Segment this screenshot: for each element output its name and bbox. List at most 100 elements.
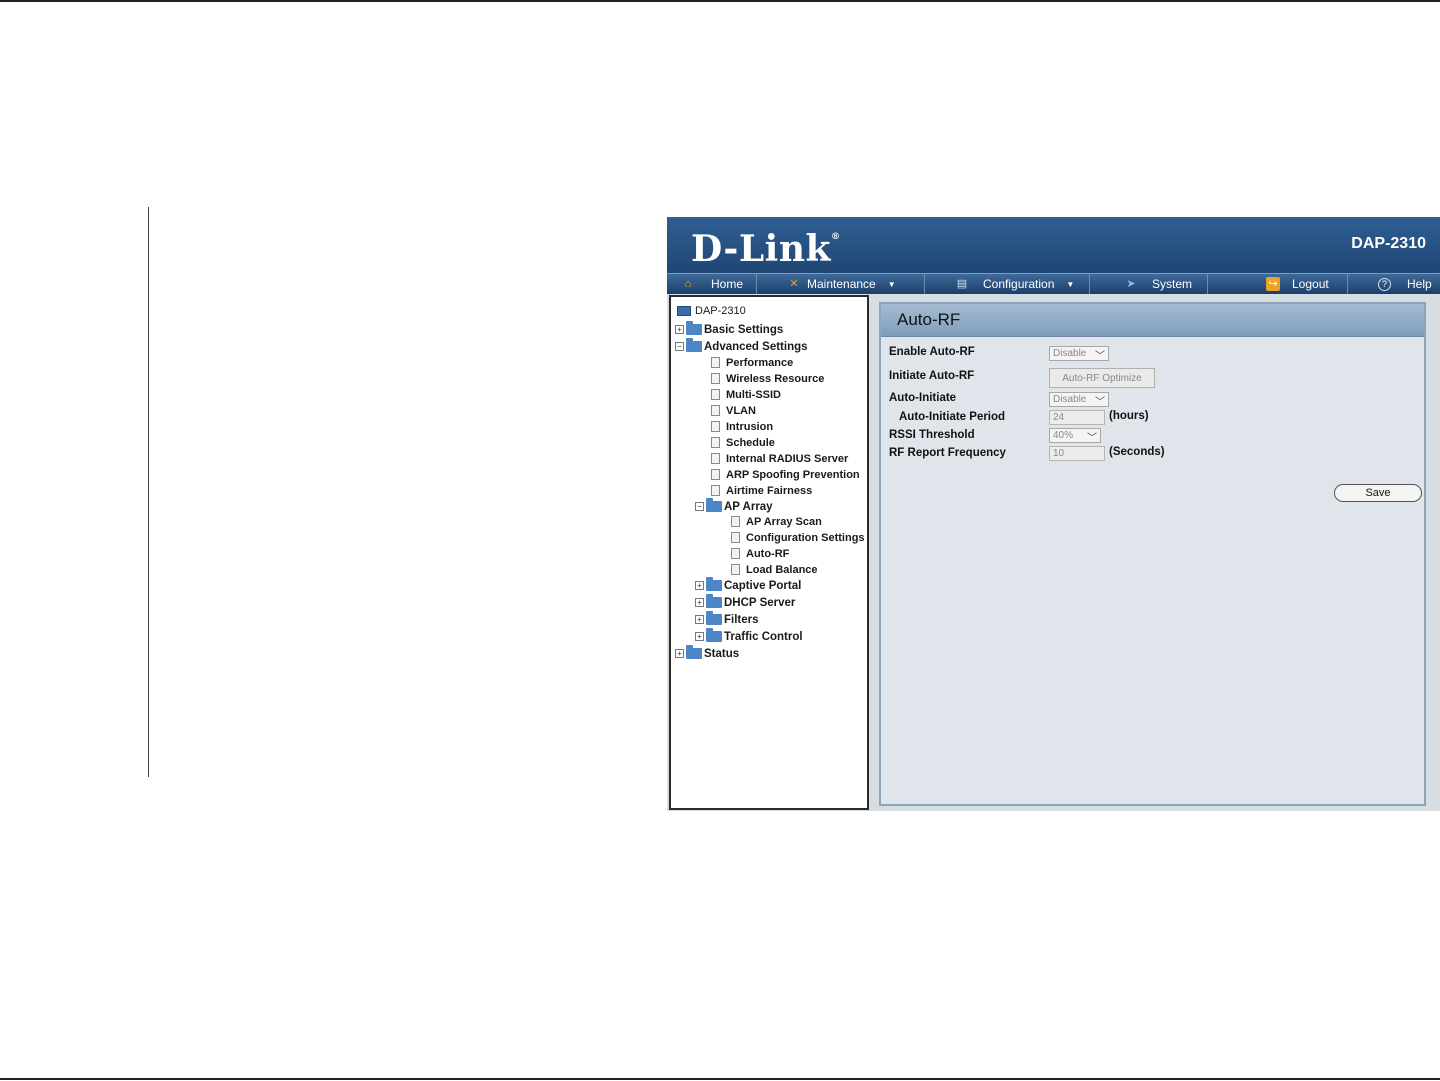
- rssi-threshold-select[interactable]: 40% ﹀: [1049, 428, 1101, 444]
- folder-icon: [706, 594, 722, 608]
- tree-item-label: AP Array Scan: [746, 515, 822, 528]
- bottom-rule: [0, 1078, 1440, 1080]
- menu-home[interactable]: ⌂ Home: [667, 274, 757, 294]
- rf-report-frequency-label: RF Report Frequency: [889, 447, 1006, 459]
- tree-item-dhcp-server[interactable]: + DHCP Server: [695, 594, 796, 610]
- page-icon: [711, 389, 720, 400]
- folder-icon: [686, 645, 702, 659]
- tree-item-label: Captive Portal: [724, 579, 802, 592]
- tree-item-arp-spoofing-prevention[interactable]: ARP Spoofing Prevention: [711, 467, 860, 482]
- tree-item-label: Performance: [726, 356, 794, 369]
- tree-item-load-balance[interactable]: Load Balance: [731, 562, 818, 577]
- rssi-threshold-label: RSSI Threshold: [889, 429, 975, 441]
- auto-initiate-period-input[interactable]: 24: [1049, 410, 1105, 425]
- folder-open-icon: [686, 338, 702, 352]
- tree-item-label: AP Array: [724, 500, 773, 513]
- expand-icon: +: [695, 581, 704, 590]
- tree-item-advanced-settings[interactable]: − Advanced Settings: [675, 338, 808, 354]
- expand-icon: +: [675, 649, 684, 658]
- device-icon: [677, 305, 691, 316]
- dlink-screenshot: D-Link® DAP-2310 ⌂ Home ✕ Maintenance ▼ …: [667, 217, 1440, 811]
- tree-item-captive-portal[interactable]: + Captive Portal: [695, 577, 802, 593]
- menu-logout[interactable]: ↪ Logout: [1208, 274, 1348, 294]
- page-icon: [711, 453, 720, 464]
- menu-maintenance[interactable]: ✕ Maintenance ▼: [757, 274, 925, 294]
- tree-item-label: Configuration Settings: [746, 531, 865, 544]
- page-icon: [711, 469, 720, 480]
- tree-item-wireless-resource[interactable]: Wireless Resource: [711, 371, 824, 386]
- menu-bar: ⌂ Home ✕ Maintenance ▼ ▤ Configuration ▼…: [667, 273, 1440, 294]
- folder-icon: [706, 577, 722, 591]
- tree-item-label: Intrusion: [726, 420, 774, 433]
- tree-item-airtime-fairness[interactable]: Airtime Fairness: [711, 483, 812, 498]
- chevron-down-icon: ▼: [887, 279, 896, 289]
- panel-header: Auto-RF: [881, 304, 1424, 337]
- page-icon: [731, 532, 740, 543]
- top-rule: [0, 0, 1440, 2]
- tree-item-performance[interactable]: Performance: [711, 355, 793, 370]
- initiate-auto-rf-label: Initiate Auto-RF: [889, 370, 975, 382]
- tree-item-auto-rf[interactable]: Auto-RF: [731, 546, 789, 561]
- model-name: DAP-2310: [1351, 235, 1426, 252]
- page-icon: [731, 564, 740, 575]
- chevron-down-icon: ﹀: [1087, 433, 1097, 444]
- folder-icon: [706, 628, 722, 642]
- menu-system[interactable]: ➤ System: [1090, 274, 1208, 294]
- menu-logout-label: Logout: [1292, 277, 1329, 291]
- tree-item-multi-ssid[interactable]: Multi-SSID: [711, 387, 781, 402]
- tree-item-ap-array[interactable]: − AP Array: [695, 498, 773, 514]
- page-icon: [711, 405, 720, 416]
- auto-rf-panel: Auto-RF Enable Auto-RF Disable ﹀ Initiat…: [879, 302, 1426, 806]
- tree-item-label: DHCP Server: [724, 596, 796, 609]
- tree-item-label: Advanced Settings: [704, 340, 808, 353]
- tree-item-schedule[interactable]: Schedule: [711, 435, 775, 450]
- tree-item-status[interactable]: + Status: [675, 645, 739, 661]
- tree-item-intrusion[interactable]: Intrusion: [711, 419, 773, 434]
- collapse-icon: −: [695, 502, 704, 511]
- enable-auto-rf-select[interactable]: Disable ﹀: [1049, 346, 1109, 362]
- page-icon: [711, 373, 720, 384]
- rf-report-frequency-input[interactable]: 10: [1049, 446, 1105, 461]
- tree-item-ap-array-scan[interactable]: AP Array Scan: [731, 514, 822, 529]
- tree-item-vlan[interactable]: VLAN: [711, 403, 756, 418]
- tree-item-label: Load Balance: [746, 563, 818, 576]
- dlink-logo: D-Link®: [691, 228, 840, 270]
- help-icon: ?: [1378, 277, 1391, 291]
- tree-item-label: Internal RADIUS Server: [726, 452, 849, 465]
- menu-maintenance-label: Maintenance: [807, 277, 876, 291]
- tree-item-label: Auto-RF: [746, 547, 790, 560]
- auto-rf-optimize-button[interactable]: Auto-RF Optimize: [1049, 368, 1155, 388]
- tree-item-label: Wireless Resource: [726, 372, 825, 385]
- tree-item-traffic-control[interactable]: + Traffic Control: [695, 628, 803, 644]
- menu-help[interactable]: ? Help: [1348, 274, 1440, 294]
- menu-configuration-label: Configuration: [983, 277, 1055, 291]
- menu-configuration[interactable]: ▤ Configuration ▼: [925, 274, 1090, 294]
- collapse-icon: −: [675, 342, 684, 351]
- folder-open-icon: [706, 498, 722, 512]
- header-banner: D-Link® DAP-2310: [667, 217, 1440, 273]
- system-icon: ➤: [1126, 278, 1136, 290]
- tree-item-label: Airtime Fairness: [726, 484, 813, 497]
- folder-icon: [706, 611, 722, 625]
- save-button[interactable]: Save: [1334, 484, 1422, 502]
- page-icon: [711, 357, 720, 368]
- logo-text: D-Link: [691, 228, 831, 270]
- tree-item-basic-settings[interactable]: + Basic Settings: [675, 321, 784, 337]
- expand-icon: +: [695, 598, 704, 607]
- tree-root[interactable]: DAP-2310: [677, 303, 746, 318]
- auto-initiate-period-label: Auto-Initiate Period: [899, 411, 1006, 423]
- tree-item-label: VLAN: [726, 404, 756, 417]
- navigation-tree: DAP-2310 + Basic Settings − Advanced Set…: [669, 295, 869, 810]
- tree-item-internal-radius-server[interactable]: Internal RADIUS Server: [711, 451, 848, 466]
- tree-item-configuration-settings[interactable]: Configuration Settings: [731, 530, 865, 545]
- tree-root-label: DAP-2310: [695, 304, 746, 317]
- tools-icon: ✕: [789, 278, 799, 290]
- page-icon: [711, 421, 720, 432]
- tree-item-label: Basic Settings: [704, 323, 784, 336]
- page-icon: [731, 516, 740, 527]
- folder-icon: [686, 321, 702, 335]
- tree-item-filters[interactable]: + Filters: [695, 611, 759, 627]
- expand-icon: +: [695, 632, 704, 641]
- auto-initiate-select[interactable]: Disable ﹀: [1049, 392, 1109, 408]
- logout-icon: ↪: [1266, 277, 1280, 291]
